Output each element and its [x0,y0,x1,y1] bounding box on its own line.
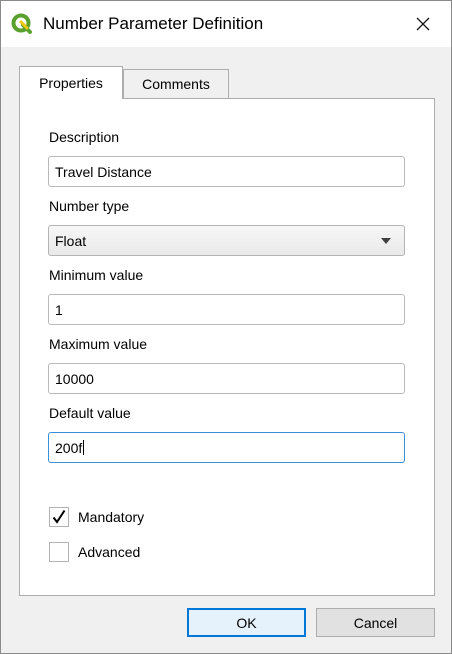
advanced-checkbox[interactable] [49,542,69,562]
default-value-field[interactable]: 200f [48,432,405,463]
dialog-title: Number Parameter Definition [43,14,264,33]
qgis-icon [11,13,33,35]
close-icon [416,17,430,31]
description-field[interactable]: Travel Distance [48,156,405,187]
default-value: 200f [55,439,83,456]
advanced-label: Advanced [78,544,141,560]
close-button[interactable] [405,9,441,39]
tab-properties-label: Properties [39,75,103,91]
number-type-value: Float [55,232,87,249]
text-cursor [83,440,85,455]
description-value: Travel Distance [55,163,152,180]
title-bar: Number Parameter Definition [1,1,451,47]
default-value-label: Default value [49,405,131,421]
minimum-value-label: Minimum value [49,267,144,283]
mandatory-label: Mandatory [78,509,145,525]
maximum-value-label: Maximum value [49,336,148,352]
tab-comments-label: Comments [142,76,210,92]
ok-button[interactable]: OK [187,608,306,637]
maximum-value: 10000 [55,370,94,387]
maximum-value-field[interactable]: 10000 [48,363,405,394]
ok-button-label: OK [236,614,257,631]
cancel-button-label: Cancel [353,614,398,631]
minimum-value: 1 [55,301,63,318]
number-type-select[interactable]: Float [48,225,405,256]
description-label: Description [49,129,120,145]
checkmark-icon [52,509,66,524]
cancel-button[interactable]: Cancel [316,608,435,637]
tab-properties[interactable]: Properties [19,66,123,99]
dialog-window: Number Parameter Definition Properties C… [0,0,452,654]
mandatory-checkbox[interactable] [49,507,69,527]
chevron-down-icon [381,238,391,244]
minimum-value-field[interactable]: 1 [48,294,405,325]
tab-comments[interactable]: Comments [123,69,229,99]
number-type-label: Number type [49,198,130,214]
